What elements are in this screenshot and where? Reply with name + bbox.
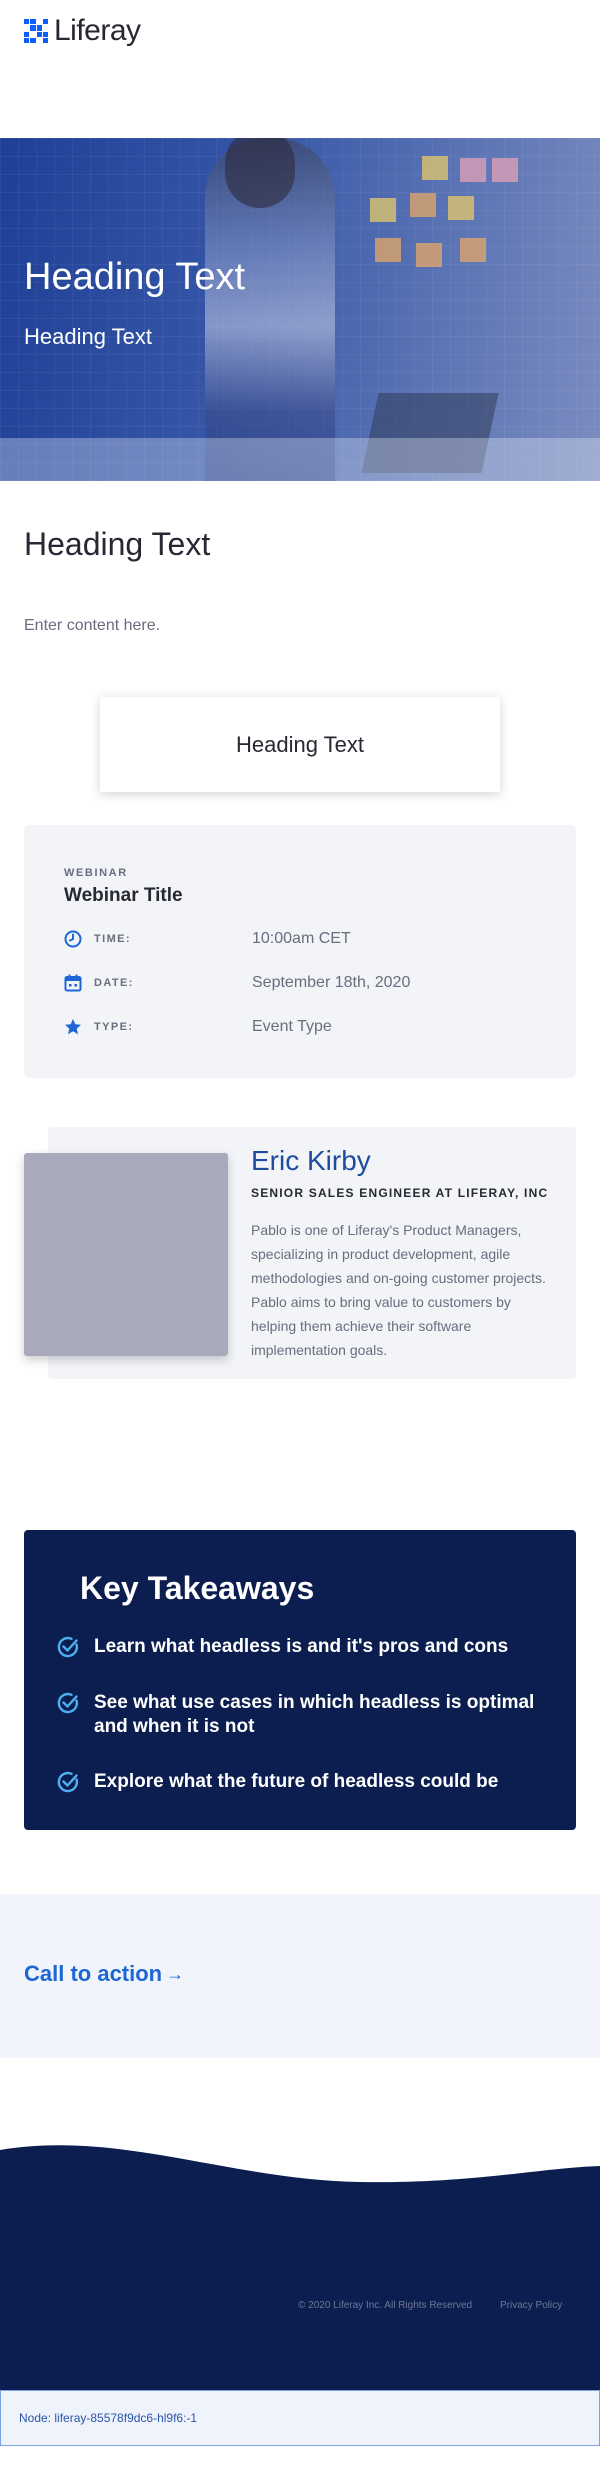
webinar-details: WEBINAR Webinar Title TIME: 10:00am CET … — [24, 825, 576, 1078]
webinar-time-row: TIME: 10:00am CET — [64, 928, 544, 950]
site-header: Liferay — [0, 0, 600, 138]
hero-banner: Heading Text Heading Text — [0, 138, 600, 481]
takeaway-text: See what use cases in which headless is … — [94, 1692, 535, 1737]
speaker-role: SENIOR SALES ENGINEER AT LIFERAY, INC — [251, 1186, 549, 1200]
takeaway-item: Explore what the future of headless coul… — [56, 1770, 546, 1794]
speaker-name: Eric Kirby — [251, 1145, 371, 1176]
cta-label: Call to action — [24, 1961, 163, 1986]
node-info-text: Node: liferay-85578f9dc6-hl9f6:-1 — [19, 2411, 198, 2425]
privacy-policy-link[interactable]: Privacy Policy — [500, 2300, 562, 2311]
takeaway-item: Learn what headless is and it's pros and… — [56, 1635, 546, 1659]
heading-card: Heading Text — [100, 697, 500, 792]
time-value: 10:00am CET — [252, 930, 351, 947]
type-label: TYPE: — [94, 1021, 134, 1033]
logo-text: Liferay — [54, 14, 141, 47]
takeaway-text: Learn what headless is and it's pros and… — [94, 1636, 509, 1657]
footer-copyright: © 2020 Liferay Inc. All Rights Reserved — [298, 2300, 473, 2311]
check-circle-icon — [56, 1770, 80, 1794]
date-label: DATE: — [94, 977, 134, 989]
time-label: TIME: — [94, 933, 131, 945]
speaker-bio: Pablo is one of Liferay's Product Manage… — [251, 1222, 546, 1358]
key-takeaways-title: Key Takeaways — [80, 1570, 315, 1606]
site-footer: © 2020 Liferay Inc. All Rights Reserved … — [0, 2140, 600, 2390]
takeaway-item: See what use cases in which headless is … — [56, 1691, 546, 1739]
card-title: Heading Text — [235, 731, 364, 757]
section-heading: Heading Text — [24, 526, 211, 562]
check-circle-icon — [56, 1635, 80, 1659]
key-takeaways-panel: Key Takeaways Learn what headless is and… — [24, 1530, 576, 1830]
node-info-bar: Node: liferay-85578f9dc6-hl9f6:-1 — [0, 2390, 600, 2446]
speaker-photo — [24, 1153, 228, 1356]
liferay-logo[interactable]: Liferay — [24, 14, 141, 48]
liferay-logo-icon — [24, 19, 48, 43]
calendar-icon — [64, 974, 82, 992]
footer-wave-background — [0, 2145, 600, 2390]
clock-icon — [64, 930, 82, 948]
section-content: Enter content here. — [24, 617, 161, 634]
webinar-type-row: TYPE: Event Type — [64, 1016, 544, 1038]
webinar-date-row: DATE: September 18th, 2020 — [64, 972, 544, 994]
cta-section: Call to action → — [0, 1894, 600, 2058]
check-circle-icon — [56, 1691, 80, 1715]
hero-subtitle: Heading Text — [24, 324, 153, 349]
arrow-right-icon: → — [166, 1963, 185, 1984]
webinar-title: Webinar Title — [64, 885, 183, 906]
takeaway-text: Explore what the future of headless coul… — [94, 1771, 499, 1792]
call-to-action-link[interactable]: Call to action → — [24, 1961, 184, 1987]
hero-title: Heading Text — [24, 256, 246, 298]
star-icon — [64, 1018, 82, 1036]
type-value: Event Type — [252, 1018, 332, 1035]
date-value: September 18th, 2020 — [252, 974, 411, 991]
webinar-kicker: WEBINAR — [64, 867, 128, 879]
